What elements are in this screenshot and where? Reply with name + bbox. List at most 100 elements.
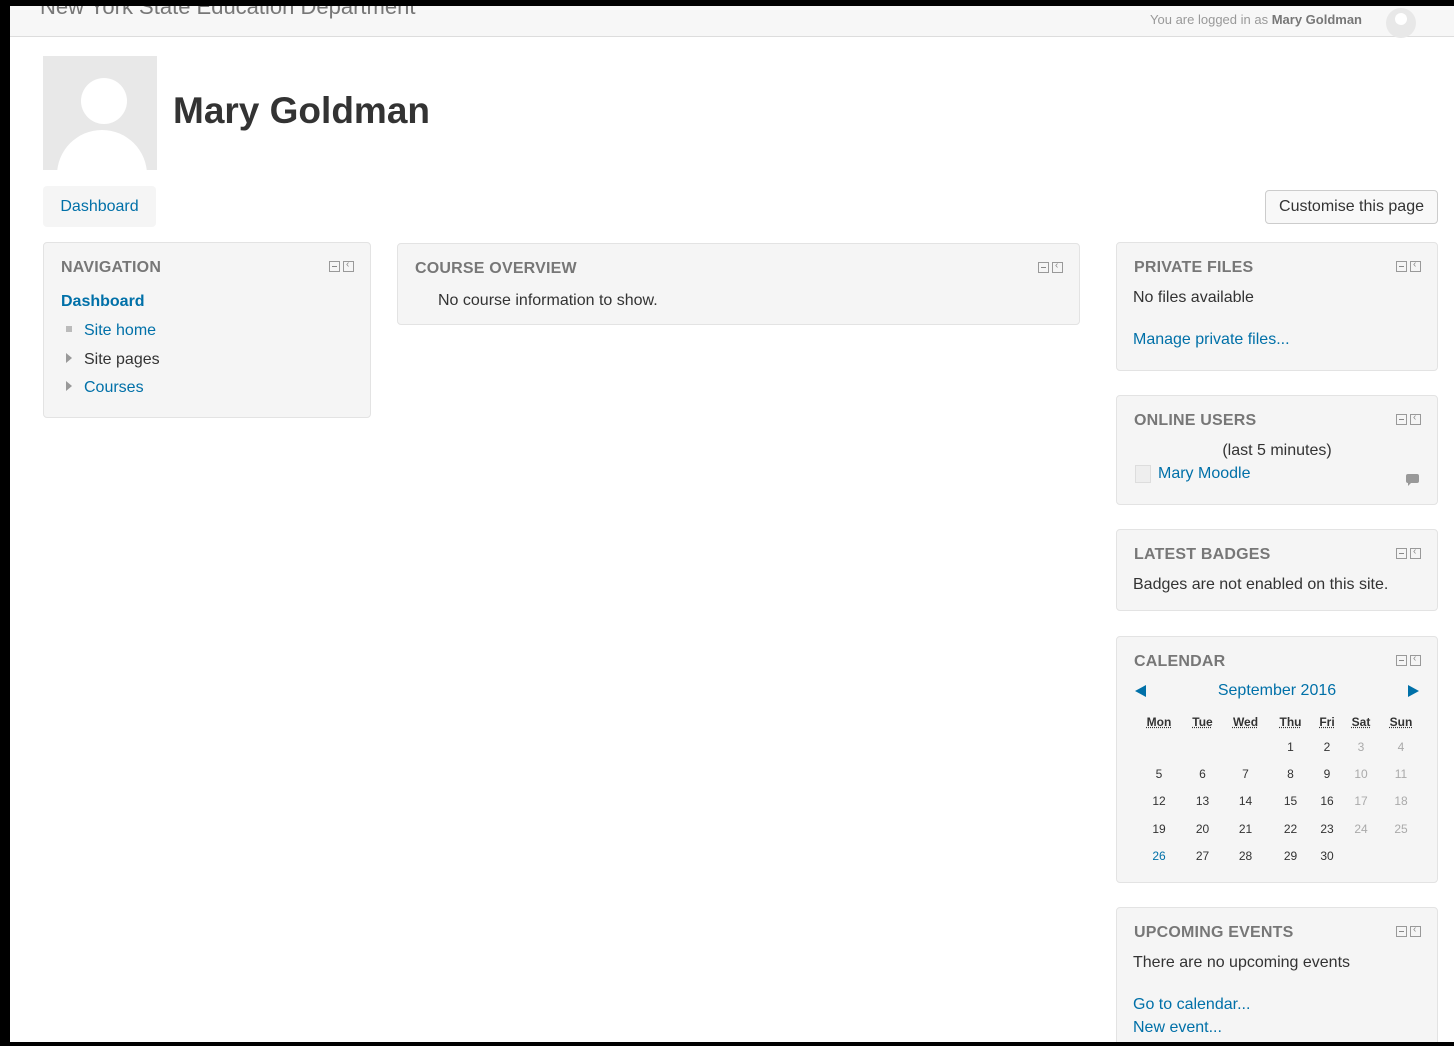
block-title: LATEST BADGES [1134, 546, 1271, 563]
weekday-header: Fri [1319, 715, 1335, 729]
calendar-day[interactable]: 2 [1314, 733, 1340, 760]
nav-item-label[interactable]: Site pages [84, 351, 160, 368]
expand-arrow-icon[interactable] [66, 381, 72, 391]
calendar-day[interactable]: 1 [1267, 733, 1314, 760]
calendar-day[interactable]: 4 [1382, 733, 1420, 760]
minimize-block-icon[interactable] [1396, 655, 1407, 666]
breadcrumb-dashboard[interactable]: Dashboard [43, 186, 156, 227]
calendar-block: CALENDAR September 2016 Mon Tue Wed Thu Fri S… [1116, 636, 1438, 883]
block-title: COURSE OVERVIEW [415, 260, 577, 277]
user-menu-avatar[interactable] [1386, 8, 1416, 38]
site-name[interactable]: New York State Education Department [40, 6, 415, 20]
customise-page-button[interactable]: Customise this page [1265, 190, 1438, 224]
dock-block-icon[interactable] [1410, 546, 1421, 559]
expand-arrow-icon[interactable] [66, 353, 72, 363]
calendar-day [1224, 733, 1267, 760]
minimize-block-icon[interactable] [1396, 414, 1407, 425]
calendar-day [1181, 733, 1224, 760]
course-overview-block: COURSE OVERVIEW No course information to… [397, 243, 1080, 325]
login-info: You are logged in as Mary Goldman [1150, 12, 1362, 27]
calendar-day[interactable]: 12 [1137, 788, 1181, 815]
message-icon[interactable] [1406, 474, 1419, 486]
online-users-block: ONLINE USERS (last 5 minutes) Mary Moodl… [1116, 395, 1438, 505]
calendar-day[interactable]: 5 [1137, 760, 1181, 787]
manage-private-files-link[interactable]: Manage private files... [1133, 331, 1290, 349]
calendar-body: 1 2 3 4 5 6 7 8 9 10 11 12 13 14 15 16 17 18 19 20 21 22 23 24 2… [1137, 733, 1420, 869]
calendar-week-row: 26 27 28 29 30 [1137, 842, 1420, 869]
block-controls [1396, 412, 1421, 425]
dock-block-icon[interactable] [343, 259, 354, 272]
weekday-header: Sun [1389, 715, 1413, 729]
block-title: NAVIGATION [61, 259, 162, 276]
calendar-week-row: 12 13 14 15 16 17 18 [1137, 788, 1420, 815]
block-title: PRIVATE FILES [1134, 259, 1254, 276]
online-users-period: (last 5 minutes) [1222, 442, 1332, 459]
calendar-day[interactable]: 21 [1224, 815, 1267, 842]
nav-dashboard-link[interactable]: Dashboard [61, 293, 145, 311]
block-controls [1396, 653, 1421, 666]
calendar-day [1137, 733, 1181, 760]
calendar-day[interactable]: 27 [1181, 842, 1224, 869]
calendar-day[interactable]: 17 [1340, 788, 1382, 815]
weekday-header: Sat [1351, 715, 1371, 729]
calendar-day[interactable]: 18 [1382, 788, 1420, 815]
login-prefix: You are logged in as [1150, 12, 1269, 27]
calendar-day[interactable]: 23 [1314, 815, 1340, 842]
nav-item-label[interactable]: Site home [84, 322, 156, 339]
block-controls [329, 259, 354, 272]
go-to-calendar-link[interactable]: Go to calendar... [1133, 996, 1250, 1014]
nav-item-site-home[interactable]: Site home [66, 322, 156, 340]
weekday-header: Thu [1279, 715, 1302, 729]
dock-block-icon[interactable] [1410, 259, 1421, 272]
avatar-body-shape [57, 130, 147, 170]
calendar-day[interactable]: 11 [1382, 760, 1420, 787]
calendar-day[interactable]: 6 [1181, 760, 1224, 787]
block-title: UPCOMING EVENTS [1134, 924, 1294, 941]
online-user-link[interactable]: Mary Moodle [1158, 465, 1250, 483]
calendar-day[interactable]: 16 [1314, 788, 1340, 815]
next-month-icon[interactable] [1408, 685, 1419, 697]
calendar-day[interactable]: 28 [1224, 842, 1267, 869]
calendar-day[interactable]: 13 [1181, 788, 1224, 815]
calendar-day[interactable]: 26 [1137, 842, 1181, 869]
calendar-day[interactable]: 24 [1340, 815, 1382, 842]
nav-item-label[interactable]: Courses [84, 379, 144, 396]
calendar-day[interactable]: 7 [1224, 760, 1267, 787]
calendar-day[interactable]: 20 [1181, 815, 1224, 842]
calendar-day[interactable]: 3 [1340, 733, 1382, 760]
calendar-day[interactable]: 25 [1382, 815, 1420, 842]
login-user-link[interactable]: Mary Goldman [1272, 12, 1362, 27]
minimize-block-icon[interactable] [1396, 261, 1407, 272]
calendar-day[interactable]: 9 [1314, 760, 1340, 787]
dock-block-icon[interactable] [1410, 412, 1421, 425]
calendar-day[interactable]: 19 [1137, 815, 1181, 842]
new-event-link[interactable]: New event... [1133, 1019, 1222, 1037]
badges-message: Badges are not enabled on this site. [1133, 576, 1389, 593]
minimize-block-icon[interactable] [1038, 262, 1049, 273]
calendar-month-link[interactable]: September 2016 [1117, 682, 1437, 700]
calendar-day[interactable]: 14 [1224, 788, 1267, 815]
block-title: ONLINE USERS [1134, 412, 1257, 429]
dock-block-icon[interactable] [1052, 260, 1063, 273]
block-controls [1038, 260, 1063, 273]
dock-block-icon[interactable] [1410, 924, 1421, 937]
calendar-day[interactable]: 15 [1267, 788, 1314, 815]
calendar-day[interactable]: 8 [1267, 760, 1314, 787]
calendar-table: Mon Tue Wed Thu Fri Sat Sun 1 2 3 4 5 6 7 8 9 10 11 12 13 1… [1137, 711, 1420, 869]
private-files-block: PRIVATE FILES No files available Manage … [1116, 242, 1438, 371]
weekday-header: Tue [1192, 715, 1213, 729]
calendar-week-row: 1234 [1137, 733, 1420, 760]
nav-item-courses[interactable]: Courses [66, 379, 144, 397]
minimize-block-icon[interactable] [1396, 926, 1407, 937]
minimize-block-icon[interactable] [1396, 548, 1407, 559]
course-overview-message: No course information to show. [438, 292, 658, 309]
block-controls [1396, 924, 1421, 937]
page-frame: New York State Education Department You … [10, 6, 1454, 1042]
calendar-day[interactable]: 29 [1267, 842, 1314, 869]
calendar-day[interactable]: 30 [1314, 842, 1340, 869]
calendar-day[interactable]: 22 [1267, 815, 1314, 842]
nav-item-site-pages[interactable]: Site pages [66, 351, 160, 369]
dock-block-icon[interactable] [1410, 653, 1421, 666]
calendar-day[interactable]: 10 [1340, 760, 1382, 787]
minimize-block-icon[interactable] [329, 261, 340, 272]
